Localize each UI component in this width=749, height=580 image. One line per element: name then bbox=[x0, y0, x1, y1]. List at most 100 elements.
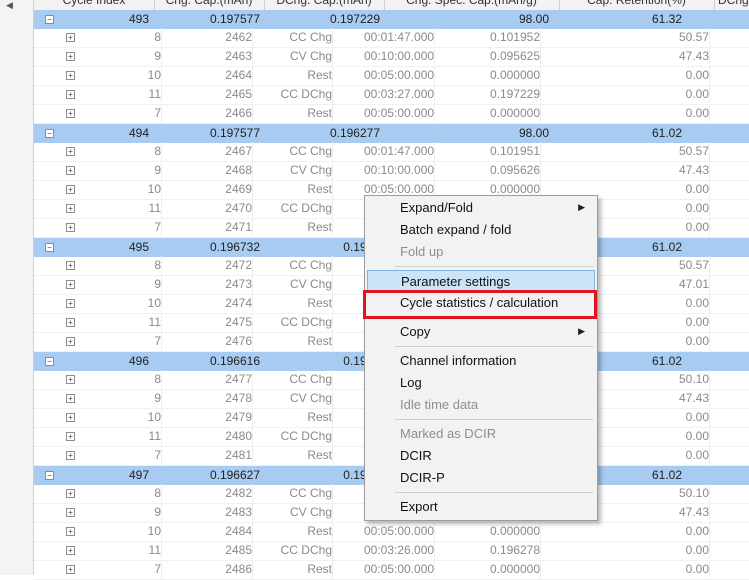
step-time: 00:05:00.000 bbox=[364, 560, 436, 579]
step-row[interactable]: +10 2464 Rest 00:05:00.000 0.000000 0.00 bbox=[34, 66, 749, 86]
step-ret: 50.10 bbox=[679, 484, 710, 503]
step-step: 2479 bbox=[225, 408, 253, 427]
step-row[interactable]: +7 2486 Rest 00:05:00.000 0.000000 0.00 bbox=[34, 560, 749, 580]
expand-icon[interactable]: + bbox=[66, 565, 75, 574]
expand-icon[interactable]: + bbox=[66, 147, 75, 156]
collapse-icon[interactable]: − bbox=[45, 129, 54, 138]
step-row[interactable]: +10 2484 Rest 00:05:00.000 0.000000 0.00 bbox=[34, 522, 749, 542]
summary-chg-cap: 0.197577 bbox=[209, 126, 260, 140]
collapse-icon[interactable]: − bbox=[45, 357, 54, 366]
expand-icon[interactable]: + bbox=[66, 90, 75, 99]
step-idx: 10 bbox=[148, 180, 162, 199]
step-type: Rest bbox=[307, 408, 333, 427]
step-type: Rest bbox=[307, 522, 333, 541]
step-cap: 0.095625 bbox=[490, 47, 541, 66]
step-row[interactable]: +9 2468 CV Chg 00:10:00.000 0.095626 47.43 bbox=[34, 161, 749, 181]
column-header[interactable]: DChg. Cap.(mAh) bbox=[264, 0, 385, 10]
step-idx: 10 bbox=[148, 294, 162, 313]
step-time: 00:05:00.000 bbox=[364, 522, 436, 541]
step-row[interactable]: +9 2463 CV Chg 00:10:00.000 0.095625 47.43 bbox=[34, 47, 749, 67]
step-step: 2478 bbox=[225, 389, 253, 408]
step-idx: 7 bbox=[154, 560, 162, 579]
step-time: 00:10:00.000 bbox=[364, 47, 436, 66]
column-header[interactable]: DChg. Sp bbox=[714, 0, 749, 10]
expand-icon[interactable]: + bbox=[66, 413, 75, 422]
expand-icon[interactable]: + bbox=[66, 71, 75, 80]
menu-dcir-p[interactable]: DCIR-P bbox=[367, 467, 595, 488]
expand-icon[interactable]: + bbox=[66, 546, 75, 555]
column-header[interactable]: Cap. Retention(%) bbox=[559, 0, 715, 10]
expand-icon[interactable]: + bbox=[66, 451, 75, 460]
step-idx: 11 bbox=[149, 199, 162, 218]
menu-export[interactable]: Export bbox=[367, 496, 595, 517]
column-header[interactable]: Chg. Spec. Cap.(mAh/g) bbox=[384, 0, 560, 10]
step-ret: 0.00 bbox=[686, 294, 710, 313]
step-step: 2480 bbox=[225, 427, 253, 446]
menu-copy[interactable]: Copy ▶ bbox=[367, 321, 595, 342]
collapse-icon[interactable]: − bbox=[45, 471, 54, 480]
collapse-icon[interactable]: − bbox=[45, 243, 54, 252]
step-ret: 47.43 bbox=[679, 389, 710, 408]
step-type: CV Chg bbox=[290, 47, 333, 66]
expand-icon[interactable]: + bbox=[66, 527, 75, 536]
menu-expand-fold[interactable]: Expand/Fold ▶ bbox=[367, 197, 595, 218]
expand-icon[interactable]: + bbox=[66, 375, 75, 384]
step-ret: 50.10 bbox=[679, 370, 710, 389]
step-step: 2470 bbox=[225, 199, 253, 218]
expand-icon[interactable]: + bbox=[66, 508, 75, 517]
cycle-summary-row[interactable]: − 493 0.197577 0.197229 98.00 61.32 bbox=[34, 10, 749, 29]
menu-parameter-settings[interactable]: Parameter settings bbox=[367, 270, 595, 291]
step-type: CC DChg bbox=[281, 541, 333, 560]
cycle-summary-row[interactable]: − 494 0.197577 0.196277 98.00 61.02 bbox=[34, 124, 749, 143]
summary-cycle: 496 bbox=[128, 354, 149, 368]
menu-separator bbox=[395, 346, 593, 347]
step-idx: 10 bbox=[148, 408, 162, 427]
column-header[interactable]: Chg. Cap.(mAh) bbox=[154, 0, 265, 10]
step-idx: 9 bbox=[154, 47, 162, 66]
step-row[interactable]: +8 2467 CC Chg 00:01:47.000 0.101951 50.57 bbox=[34, 142, 749, 162]
step-type: Rest bbox=[307, 332, 333, 351]
expand-icon[interactable]: + bbox=[66, 185, 75, 194]
menu-item-label: DCIR-P bbox=[400, 470, 445, 485]
expand-icon[interactable]: + bbox=[66, 394, 75, 403]
expand-icon[interactable]: + bbox=[66, 318, 75, 327]
expand-icon[interactable]: + bbox=[66, 223, 75, 232]
left-arrow-icon[interactable]: ◀ bbox=[6, 0, 13, 10]
summary-retention: 61.02 bbox=[651, 126, 682, 140]
expand-icon[interactable]: + bbox=[66, 489, 75, 498]
expand-icon[interactable]: + bbox=[66, 261, 75, 270]
expand-icon[interactable]: + bbox=[66, 204, 75, 213]
step-idx: 9 bbox=[154, 389, 162, 408]
step-ret: 0.00 bbox=[686, 408, 710, 427]
summary-spec: 98.00 bbox=[518, 126, 549, 140]
expand-icon[interactable]: + bbox=[66, 33, 75, 42]
step-row[interactable]: +8 2462 CC Chg 00:01:47.000 0.101952 50.57 bbox=[34, 28, 749, 48]
expand-icon[interactable]: + bbox=[66, 432, 75, 441]
step-row[interactable]: +7 2466 Rest 00:05:00.000 0.000000 0.00 bbox=[34, 104, 749, 124]
step-type: CC DChg bbox=[281, 199, 333, 218]
step-ret: 0.00 bbox=[686, 104, 710, 123]
expand-icon[interactable]: + bbox=[66, 166, 75, 175]
menu-batch-expand-fold[interactable]: Batch expand / fold bbox=[367, 219, 595, 240]
menu-dcir[interactable]: DCIR bbox=[367, 445, 595, 466]
step-step: 2463 bbox=[225, 47, 253, 66]
expand-icon[interactable]: + bbox=[66, 52, 75, 61]
menu-separator bbox=[395, 492, 593, 493]
step-cap: 0.101951 bbox=[490, 142, 541, 161]
menu-cycle-statistics[interactable]: Cycle statistics / calculation bbox=[367, 292, 595, 313]
expand-icon[interactable]: + bbox=[66, 109, 75, 118]
expand-icon[interactable]: + bbox=[66, 337, 75, 346]
menu-log[interactable]: Log bbox=[367, 372, 595, 393]
menu-channel-information[interactable]: Channel information bbox=[367, 350, 595, 371]
column-header[interactable]: Cycle Index bbox=[34, 0, 155, 10]
step-row[interactable]: +11 2485 CC DChg 00:03:26.000 0.196278 0.00 bbox=[34, 541, 749, 561]
expand-icon[interactable]: + bbox=[66, 280, 75, 289]
expand-icon[interactable]: + bbox=[66, 299, 75, 308]
step-step: 2469 bbox=[225, 180, 253, 199]
step-ret: 47.43 bbox=[679, 161, 710, 180]
step-cap: 0.000000 bbox=[490, 104, 541, 123]
step-row[interactable]: +11 2465 CC DChg 00:03:27.000 0.197229 0.00 bbox=[34, 85, 749, 105]
collapse-icon[interactable]: − bbox=[45, 15, 54, 24]
step-cap: 0.095626 bbox=[490, 161, 541, 180]
step-ret: 0.00 bbox=[686, 180, 710, 199]
